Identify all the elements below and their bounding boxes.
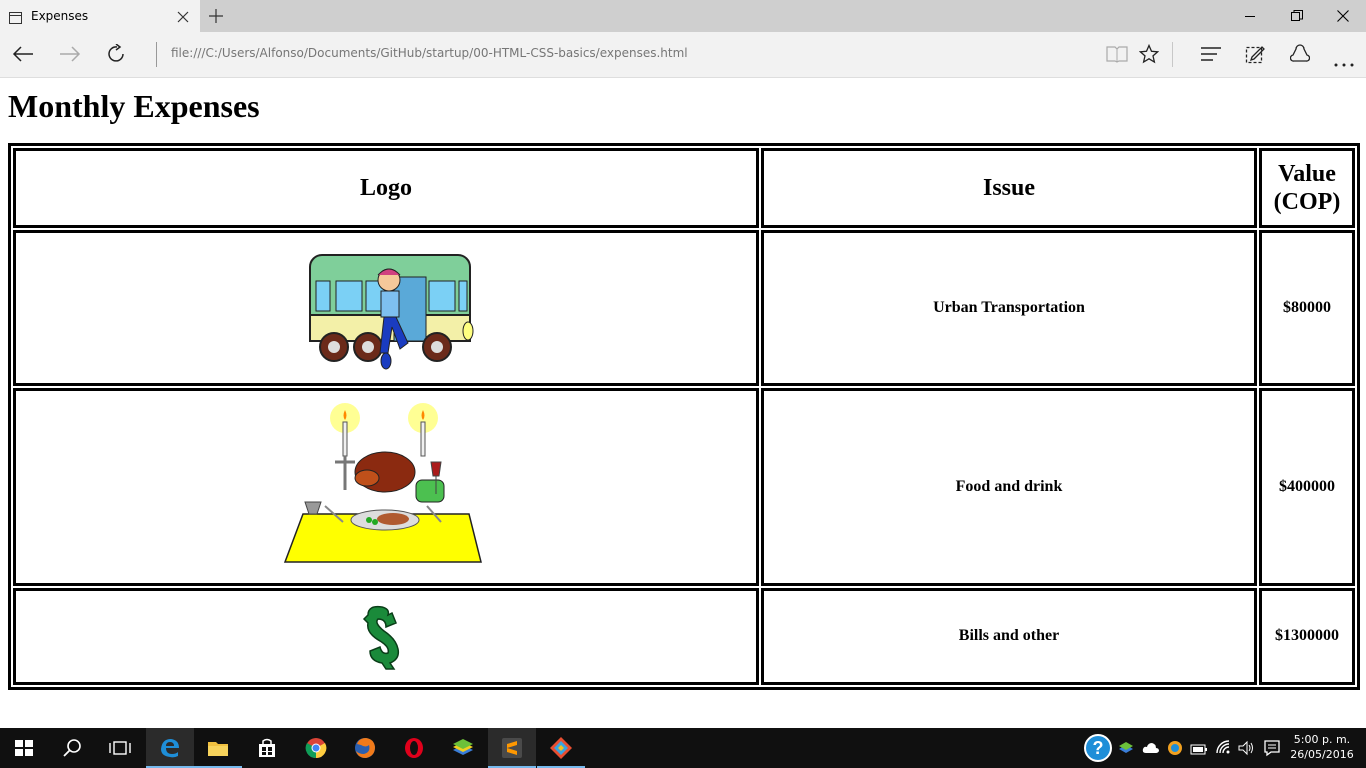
taskbar-app-bluestacks[interactable] (439, 728, 487, 768)
dollar-sign-icon (362, 606, 400, 671)
wifi-icon[interactable] (1215, 739, 1233, 759)
page-content: Monthly Expenses Logo Issue Value (COP) (0, 78, 1366, 728)
table-row: Food and drink $400000 (13, 387, 1355, 586)
tray-stack-icon[interactable] (1118, 740, 1134, 760)
favorite-star-icon[interactable] (1138, 43, 1160, 68)
logo-cell (13, 587, 759, 685)
taskbar-app-chrome[interactable] (292, 728, 340, 768)
address-separator (156, 42, 157, 67)
logo-cell (13, 230, 759, 386)
value-cell: $400000 (1259, 387, 1355, 586)
hub-icon[interactable] (1200, 46, 1222, 66)
clock-time: 5:00 p. m. (1293, 733, 1351, 746)
table-row: Bills and other $1300000 (13, 587, 1355, 685)
issue-cell: Food and drink (761, 387, 1257, 586)
toolbar-separator (1172, 42, 1173, 67)
store-icon (259, 738, 275, 757)
share-icon[interactable] (1289, 44, 1311, 68)
taskbar-app-edge[interactable] (146, 728, 194, 768)
page-icon (9, 9, 22, 28)
folder-icon (208, 742, 228, 756)
sublime-text-icon (502, 738, 522, 758)
edge-icon (161, 739, 179, 758)
forward-icon (59, 45, 81, 67)
chrome-icon (305, 738, 327, 759)
tab-bar: Expenses (0, 0, 1366, 32)
expenses-table: Logo Issue Value (COP) Urban Transportat… (8, 143, 1360, 690)
taskbar-app-store[interactable] (243, 728, 291, 768)
firefox-icon (355, 738, 375, 758)
clock-date: 26/05/2016 (1290, 748, 1354, 761)
tray-app-icon[interactable] (1167, 739, 1183, 761)
notifications-icon[interactable] (1263, 739, 1281, 761)
header-value: Value (COP) (1259, 148, 1355, 229)
bus-icon (309, 254, 474, 370)
help-icon[interactable]: ? (1083, 733, 1113, 767)
battery-icon[interactable] (1190, 741, 1208, 760)
opera-icon (405, 738, 423, 758)
close-tab-icon[interactable] (176, 9, 190, 28)
web-note-icon[interactable] (1245, 44, 1265, 68)
search-icon (63, 739, 81, 757)
new-tab-icon[interactable] (208, 8, 224, 28)
taskbar-app-opera[interactable] (390, 728, 438, 768)
taskbar-app-firefox[interactable] (341, 728, 389, 768)
taskbar: ? 5:00 p. m. 26/05/2016 (0, 728, 1366, 768)
start-button[interactable] (0, 728, 48, 768)
page-title: Monthly Expenses (8, 88, 260, 124)
restore-icon[interactable] (1290, 8, 1304, 27)
issue-cell: Urban Transportation (761, 230, 1257, 386)
bluestacks-icon (453, 739, 473, 755)
task-view-button[interactable] (96, 728, 144, 768)
logo-cell (13, 387, 759, 586)
more-icon[interactable] (1334, 52, 1354, 71)
taskbar-app-explorer[interactable] (194, 728, 242, 768)
svg-text:?: ? (1093, 738, 1104, 758)
cloud-icon[interactable] (1142, 740, 1160, 760)
tab-title: Expenses (31, 9, 89, 23)
issue-cell: Bills and other (761, 587, 1257, 685)
reading-view-icon[interactable] (1106, 45, 1128, 67)
header-issue: Issue (761, 148, 1257, 229)
header-logo: Logo (13, 148, 759, 229)
git-icon (550, 737, 572, 759)
value-cell: $80000 (1259, 230, 1355, 386)
address-bar[interactable]: file:///C:/Users/Alfonso/Documents/GitHu… (171, 46, 688, 60)
browser-tab[interactable]: Expenses (0, 0, 200, 32)
clock[interactable]: 5:00 p. m. 26/05/2016 (1290, 732, 1354, 762)
table-header-row: Logo Issue Value (COP) (13, 148, 1355, 229)
table-row: Urban Transportation $80000 (13, 230, 1355, 386)
taskbar-app-sublime[interactable] (488, 728, 536, 768)
taskbar-app-git[interactable] (537, 728, 585, 768)
windows-icon (15, 740, 33, 756)
dinner-table-icon (283, 402, 482, 563)
task-view-icon (109, 741, 131, 755)
back-icon[interactable] (12, 45, 34, 67)
refresh-icon[interactable] (107, 43, 127, 68)
value-cell: $1300000 (1259, 587, 1355, 685)
volume-icon[interactable] (1238, 740, 1256, 760)
close-window-icon[interactable] (1336, 8, 1350, 27)
minimize-icon[interactable] (1243, 8, 1257, 27)
search-button[interactable] (48, 728, 96, 768)
